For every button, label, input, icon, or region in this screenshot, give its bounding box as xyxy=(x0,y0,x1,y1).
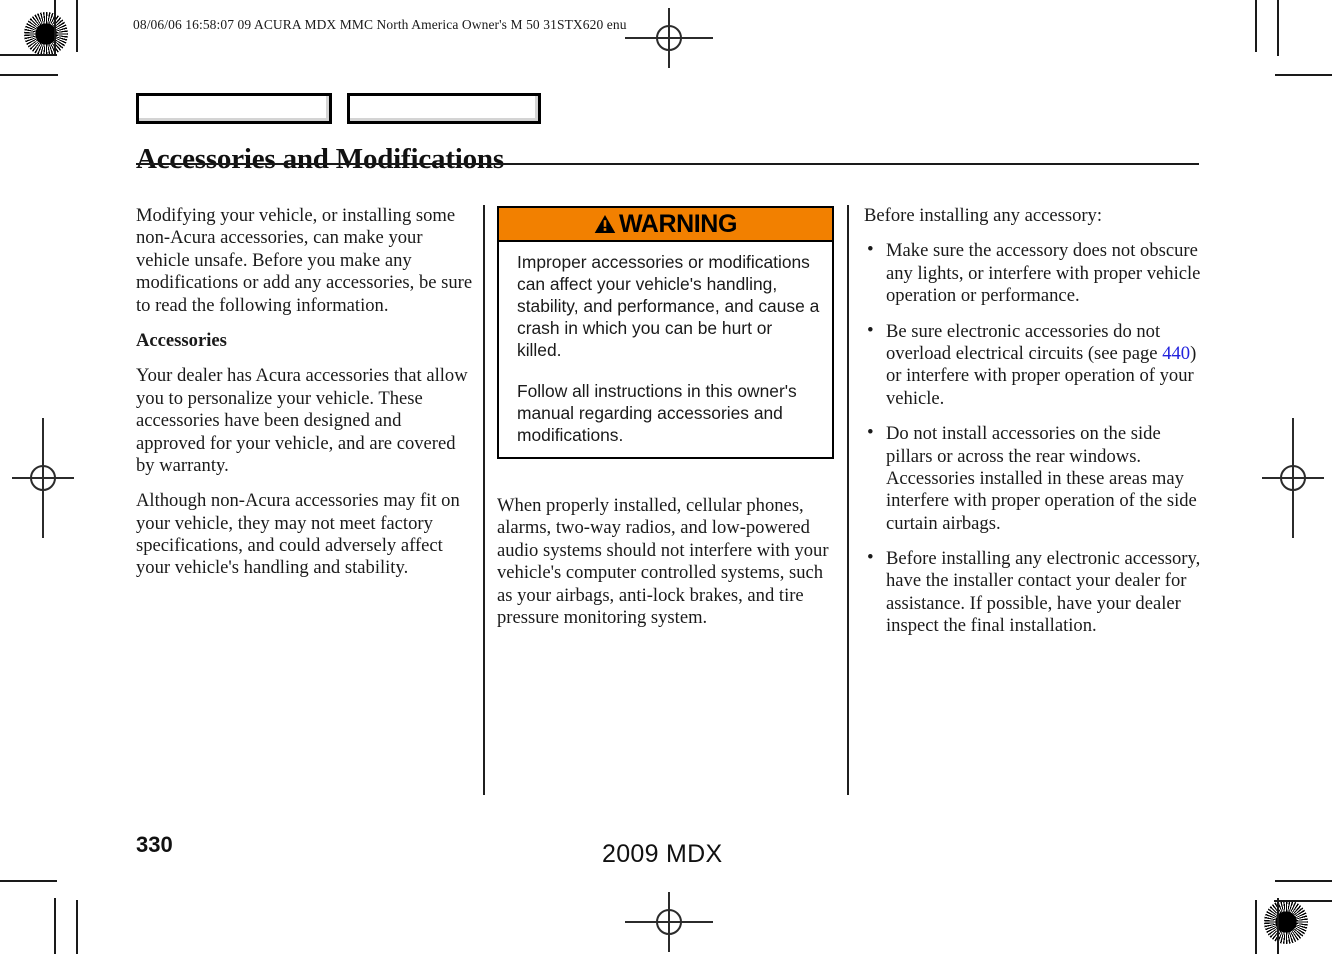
column-one: Modifying your vehicle, or installing so… xyxy=(136,205,473,593)
bullet-text-before: Do not install accessories on the side p… xyxy=(886,423,1197,534)
crop-mark-top-right-vertical xyxy=(1277,0,1279,56)
page-number: 330 xyxy=(136,832,173,857)
page-title: Accessories and Modifications xyxy=(136,143,504,176)
column-divider-left xyxy=(483,205,485,795)
column-two-body: When properly installed, cellular phones… xyxy=(497,495,842,629)
cellular-devices-paragraph: When properly installed, cellular phones… xyxy=(497,495,829,628)
accessories-subheading: Accessories xyxy=(136,329,227,351)
non-acura-accessories-paragraph: Although non-Acura accessories may fit o… xyxy=(136,490,460,579)
registration-burst-bottom-right xyxy=(1264,900,1308,944)
crop-mark-bottom-right-vertical xyxy=(1277,898,1279,954)
list-item: Do not install accessories on the side p… xyxy=(864,422,1204,535)
crop-mark-top-right-inner-vertical xyxy=(1255,0,1257,52)
title-divider-rule xyxy=(136,163,1199,165)
crop-mark-bottom-left-vertical xyxy=(54,898,56,954)
crop-mark-bottom-left-horizontal xyxy=(0,880,57,882)
registration-crosshair-right-middle xyxy=(1262,418,1324,538)
crop-mark-bottom-right-inner-vertical xyxy=(1255,900,1257,954)
registration-crosshair-top-center xyxy=(625,8,713,68)
accessory-guidelines-list: Make sure the accessory does not obscure… xyxy=(864,239,1204,638)
crop-mark-bottom-left-inner-vertical xyxy=(76,900,78,954)
bullet-text-before: Be sure electronic accessories do not ov… xyxy=(886,320,1163,364)
warning-box: WARNING Improper accessories or modifica… xyxy=(497,206,834,460)
list-item: Be sure electronic accessories do not ov… xyxy=(864,320,1204,411)
bullet-text-before: Before installing any electronic accesso… xyxy=(886,548,1201,637)
crop-mark-top-left-inner-horizontal xyxy=(0,74,58,76)
column-divider-right xyxy=(847,205,849,795)
crop-mark-top-right-horizontal xyxy=(1275,74,1332,76)
crop-mark-top-left-horizontal xyxy=(0,54,57,56)
warning-paragraph-1: Improper accessories or modifications ca… xyxy=(517,252,820,361)
warning-body: Improper accessories or modifications ca… xyxy=(499,240,832,457)
page-cross-reference[interactable]: 440 xyxy=(1162,343,1190,364)
crop-mark-bottom-right-horizontal xyxy=(1275,880,1332,882)
intro-paragraph: Modifying your vehicle, or installing so… xyxy=(136,205,473,316)
crop-mark-top-left-vertical xyxy=(54,0,56,56)
warning-triangle-icon xyxy=(594,215,616,233)
chapter-tab-box-2[interactable] xyxy=(347,93,541,124)
column-three: Before installing any accessory: Make su… xyxy=(864,205,1204,651)
crop-mark-top-left-inner-vertical xyxy=(76,0,78,52)
warning-paragraph-2: Follow all instructions in this owner's … xyxy=(517,381,797,446)
crop-mark-bottom-right-inner-horizontal xyxy=(1274,900,1332,902)
warning-label: WARNING xyxy=(618,209,738,238)
list-item: Before installing any electronic accesso… xyxy=(864,547,1204,638)
before-installing-lead-in: Before installing any accessory: xyxy=(864,205,1103,226)
registration-crosshair-bottom-center xyxy=(625,892,713,952)
chapter-tab-row xyxy=(136,93,541,124)
bullet-text-before: Make sure the accessory does not obscure… xyxy=(886,240,1201,307)
registration-burst-top-left xyxy=(24,12,68,56)
chapter-tab-box-1[interactable] xyxy=(136,93,332,124)
warning-banner: WARNING xyxy=(499,208,832,240)
dealer-accessories-paragraph: Your dealer has Acura accessories that a… xyxy=(136,365,468,476)
list-item: Make sure the accessory does not obscure… xyxy=(864,239,1204,307)
registration-crosshair-left-middle xyxy=(12,418,74,538)
print-slug: 08/06/06 16:58:07 09 ACURA MDX MMC North… xyxy=(133,17,627,32)
model-year-label: 2009 MDX xyxy=(602,840,723,868)
